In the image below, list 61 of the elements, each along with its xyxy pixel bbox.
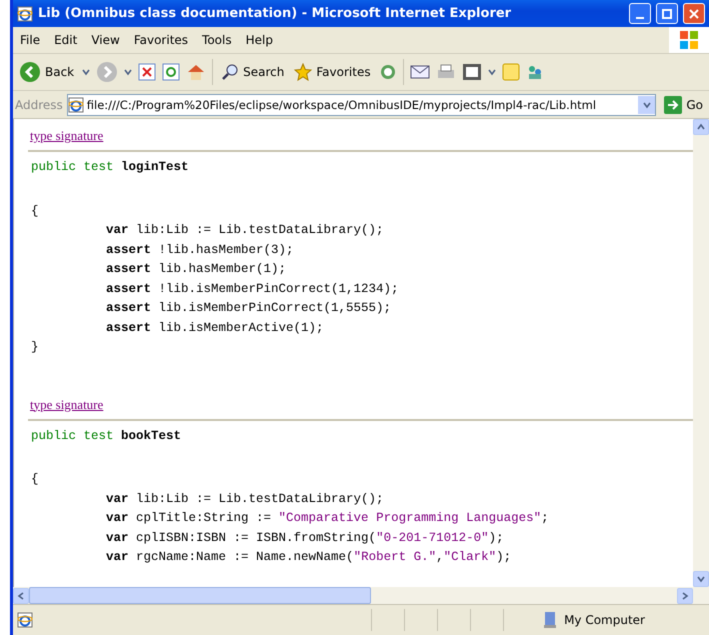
code-line: assert !lib.hasMember(3); bbox=[105, 242, 295, 258]
code-line: assert !lib.isMemberPinCorrect(1,1234); bbox=[105, 280, 400, 298]
code-line: assert lib.isMemberActive(1); bbox=[105, 320, 325, 336]
minimize-icon bbox=[636, 16, 644, 18]
scroll-up-button[interactable] bbox=[693, 119, 709, 135]
close-button[interactable] bbox=[683, 3, 705, 24]
menu-item[interactable]: View bbox=[84, 33, 127, 47]
code-line: } bbox=[31, 339, 40, 356]
window-title: Lib (Omnibus class documentation) - Microsoft Internet Explorer bbox=[38, 6, 512, 21]
code-line: var rgcName:Name := Name.newName("Robert G.","Clark"); bbox=[105, 549, 512, 566]
menu-item[interactable]: Tools bbox=[195, 33, 239, 47]
code-line: public test bookTest bbox=[31, 428, 182, 444]
search-icon bbox=[221, 63, 240, 81]
arrow-down-icon bbox=[124, 68, 132, 76]
windows-logo-icon bbox=[679, 30, 699, 50]
arrow-up-icon bbox=[697, 123, 705, 131]
code-line: var cplTitle:String := "Comparative Programming Languages"; bbox=[105, 510, 550, 527]
scroll-left-button[interactable] bbox=[13, 588, 29, 604]
stop-icon[interactable] bbox=[138, 63, 156, 81]
menu-item[interactable]: Favorites bbox=[126, 33, 196, 47]
code-line: public test loginTest bbox=[31, 159, 190, 176]
scroll-thumb[interactable] bbox=[29, 587, 371, 604]
code-line: { bbox=[31, 202, 40, 220]
type-signature-link[interactable]: type signature bbox=[30, 128, 104, 144]
close-icon bbox=[689, 8, 699, 18]
code-line: assert lib.isMemberPinCorrect(1,5555); bbox=[105, 300, 392, 317]
type-signature-link[interactable]: type signature bbox=[30, 396, 104, 412]
arrow-down-icon bbox=[488, 68, 496, 76]
arrow-right-icon bbox=[681, 592, 689, 600]
star-icon bbox=[294, 63, 312, 81]
arrow-down-icon bbox=[697, 575, 705, 583]
minimize-button[interactable] bbox=[629, 3, 651, 24]
arrow-down-icon bbox=[82, 68, 90, 76]
dropdown-button[interactable] bbox=[638, 96, 656, 114]
printer-icon[interactable] bbox=[436, 63, 456, 81]
vertical-scrollbar[interactable] bbox=[693, 119, 709, 587]
code-line: var lib:Lib := Lib.testDataLibrary(); bbox=[105, 222, 385, 239]
address-field[interactable]: file:///C:/Program%20Files/eclipse/workspace/OmnibusIDE/myprojects/Impl4-rac/Lib.html bbox=[66, 94, 656, 116]
maximize-button[interactable] bbox=[656, 3, 678, 24]
arrow-left-icon bbox=[17, 592, 25, 600]
code-line: var cplISBN:ISBN := ISBN.fromString("0-201-71012-0"); bbox=[105, 530, 505, 546]
menu-item[interactable]: Help bbox=[238, 33, 280, 47]
favorites-button[interactable]: Favorites bbox=[292, 61, 373, 83]
scroll-right-button[interactable] bbox=[677, 588, 693, 604]
scroll-down-button[interactable] bbox=[693, 571, 709, 587]
maximize-icon bbox=[662, 8, 672, 18]
computer-icon bbox=[542, 611, 558, 629]
menu-item[interactable]: File bbox=[13, 33, 48, 47]
home-icon[interactable] bbox=[186, 62, 206, 82]
code-line: { bbox=[31, 471, 40, 488]
mail-icon[interactable] bbox=[410, 64, 430, 80]
security-zone: My Computer bbox=[564, 613, 645, 627]
search-button[interactable]: Search bbox=[219, 61, 286, 83]
code-line: assert lib.hasMember(1); bbox=[105, 261, 288, 278]
go-button[interactable]: Go bbox=[660, 96, 707, 114]
code-line: var lib:Lib := Lib.testDataLibrary(); bbox=[105, 490, 385, 508]
arrow-down-icon bbox=[642, 100, 651, 108]
back-button[interactable]: Back bbox=[17, 59, 76, 85]
menu-item[interactable]: Edit bbox=[47, 33, 84, 47]
horizontal-scrollbar[interactable] bbox=[13, 587, 709, 604]
address-label: Address bbox=[15, 98, 63, 112]
